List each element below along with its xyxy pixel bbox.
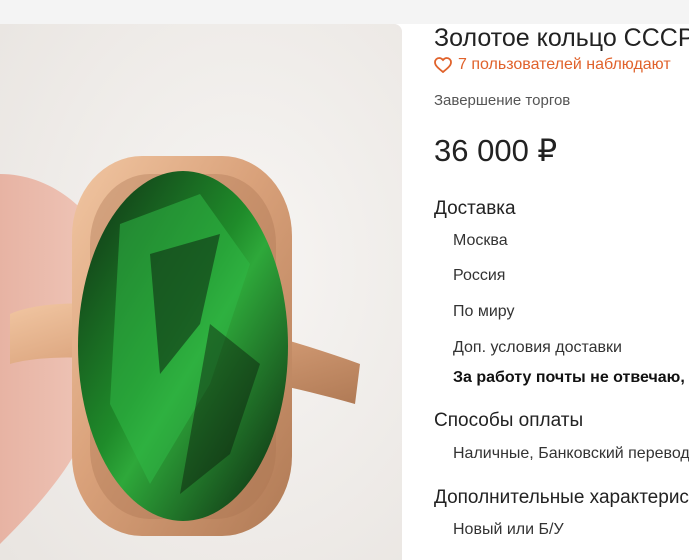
- delivery-title: Доставка: [434, 198, 516, 219]
- heart-icon[interactable]: [434, 57, 452, 73]
- price: 36 000 ₽: [434, 133, 558, 168]
- payment-methods: Наличные, Банковский перевод: [453, 445, 689, 462]
- condition: Новый или Б/У: [453, 521, 564, 538]
- delivery-moscow[interactable]: Москва: [453, 232, 508, 250]
- delivery-world[interactable]: По миру: [453, 303, 515, 321]
- delivery-extra-conditions[interactable]: Доп. условия доставки: [453, 339, 622, 357]
- product-photo[interactable]: [0, 24, 402, 560]
- watchers-count: 7 пользователей наблюдают: [458, 56, 671, 73]
- listing-title: Золотое кольцо СССР: [434, 24, 689, 52]
- delivery-russia[interactable]: Россия: [453, 267, 505, 285]
- payment-title: Способы оплаты: [434, 410, 584, 431]
- ring-photo-icon: [0, 24, 402, 560]
- extra-title: Дополнительные характеристики: [434, 487, 689, 508]
- listing-info: Золотое кольцо СССР 7 пользователей набл…: [434, 0, 689, 560]
- delivery-note: За работу почты не отвечаю,: [453, 369, 685, 386]
- watchers[interactable]: 7 пользователей наблюдают: [434, 56, 671, 74]
- auction-end-label: Завершение торгов: [434, 92, 571, 109]
